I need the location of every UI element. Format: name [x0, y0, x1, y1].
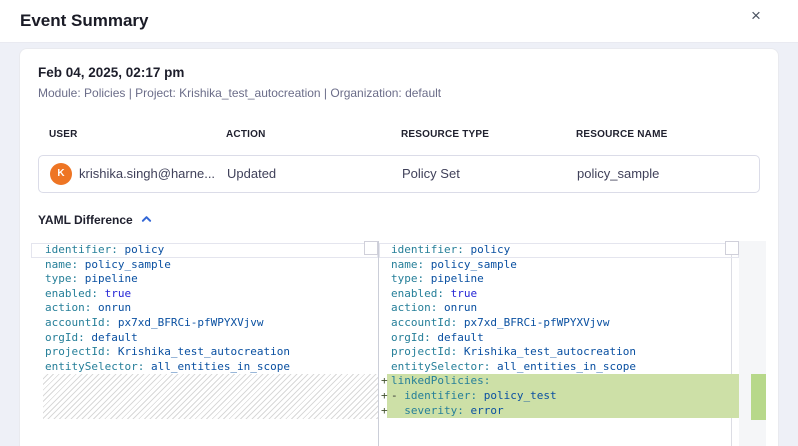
- close-icon[interactable]: ×: [744, 4, 768, 28]
- resource-type-value: Policy Set: [402, 156, 460, 192]
- user-email: krishika.singh@harne...: [79, 156, 215, 192]
- code-line: enabled: true: [31, 287, 378, 302]
- code-line: orgId: default: [379, 331, 739, 346]
- event-summary-modal: Event Summary × Feb 04, 2025, 02:17 pm M…: [0, 0, 798, 446]
- column-header-action: ACTION: [226, 129, 266, 140]
- diff-plus-sign: +: [381, 404, 388, 419]
- diff-pane-modified[interactable]: identifier: policyname: policy_sampletyp…: [379, 241, 739, 446]
- diff-added-line: +- identifier: policy_test: [379, 389, 739, 404]
- code-line: entitySelector: all_entities_in_scope: [379, 360, 739, 375]
- yaml-difference-section: YAML Difference: [38, 211, 152, 227]
- code-line: orgId: default: [31, 331, 378, 346]
- code-line: identifier: policy: [31, 243, 378, 258]
- overview-added-marker: [751, 374, 766, 420]
- diff-overview-ruler[interactable]: [739, 241, 766, 446]
- code-line: name: policy_sample: [379, 258, 739, 273]
- code-line: type: pipeline: [379, 272, 739, 287]
- column-header-user: USER: [49, 129, 78, 140]
- code-line: type: pipeline: [31, 272, 378, 287]
- code-line: accountId: px7xd_BFRCi-pfWPYXVjvw: [31, 316, 378, 331]
- event-metadata: Module: Policies | Project: Krishika_tes…: [38, 86, 441, 100]
- column-header-resource-name: RESOURCE NAME: [576, 129, 668, 140]
- page-title: Event Summary: [20, 0, 149, 42]
- code-line: name: policy_sample: [31, 258, 378, 273]
- code-line: action: onrun: [31, 301, 378, 316]
- code-line: entitySelector: all_entities_in_scope: [31, 360, 378, 375]
- left-scrollbar-thumb[interactable]: [364, 241, 378, 255]
- modal-header: Event Summary ×: [0, 0, 798, 43]
- event-card: Feb 04, 2025, 02:17 pm Module: Policies …: [19, 48, 779, 446]
- yaml-difference-label: YAML Difference: [38, 213, 133, 227]
- diff-added-line: + severity: error: [379, 404, 739, 419]
- resource-name-value: policy_sample: [577, 156, 659, 192]
- right-scrollbar-thumb[interactable]: [725, 241, 739, 255]
- diff-plus-sign: +: [381, 374, 388, 389]
- modal-body: Feb 04, 2025, 02:17 pm Module: Policies …: [0, 43, 798, 446]
- table-row: K krishika.singh@harne... Updated Policy…: [38, 155, 760, 193]
- diff-pane-original[interactable]: identifier: policyname: policy_sampletyp…: [31, 241, 378, 446]
- yaml-diff-collapse-button[interactable]: [141, 212, 152, 227]
- avatar: K: [50, 163, 72, 185]
- code-line: identifier: policy: [379, 243, 739, 258]
- code-line: action: onrun: [379, 301, 739, 316]
- diff-plus-sign: +: [381, 389, 388, 404]
- action-value: Updated: [227, 156, 276, 192]
- code-line: projectId: Krishika_test_autocreation: [379, 345, 739, 360]
- diff-placeholder-hatch: [43, 374, 378, 419]
- column-header-resource-type: RESOURCE TYPE: [401, 129, 489, 140]
- code-line: enabled: true: [379, 287, 739, 302]
- yaml-diff-editor[interactable]: identifier: policyname: policy_sampletyp…: [31, 241, 766, 446]
- chevron-up-icon: [141, 214, 152, 224]
- code-line: projectId: Krishika_test_autocreation: [31, 345, 378, 360]
- event-timestamp: Feb 04, 2025, 02:17 pm: [38, 65, 184, 80]
- code-line: accountId: px7xd_BFRCi-pfWPYXVjvw: [379, 316, 739, 331]
- diff-added-line: +linkedPolicies:: [379, 374, 739, 389]
